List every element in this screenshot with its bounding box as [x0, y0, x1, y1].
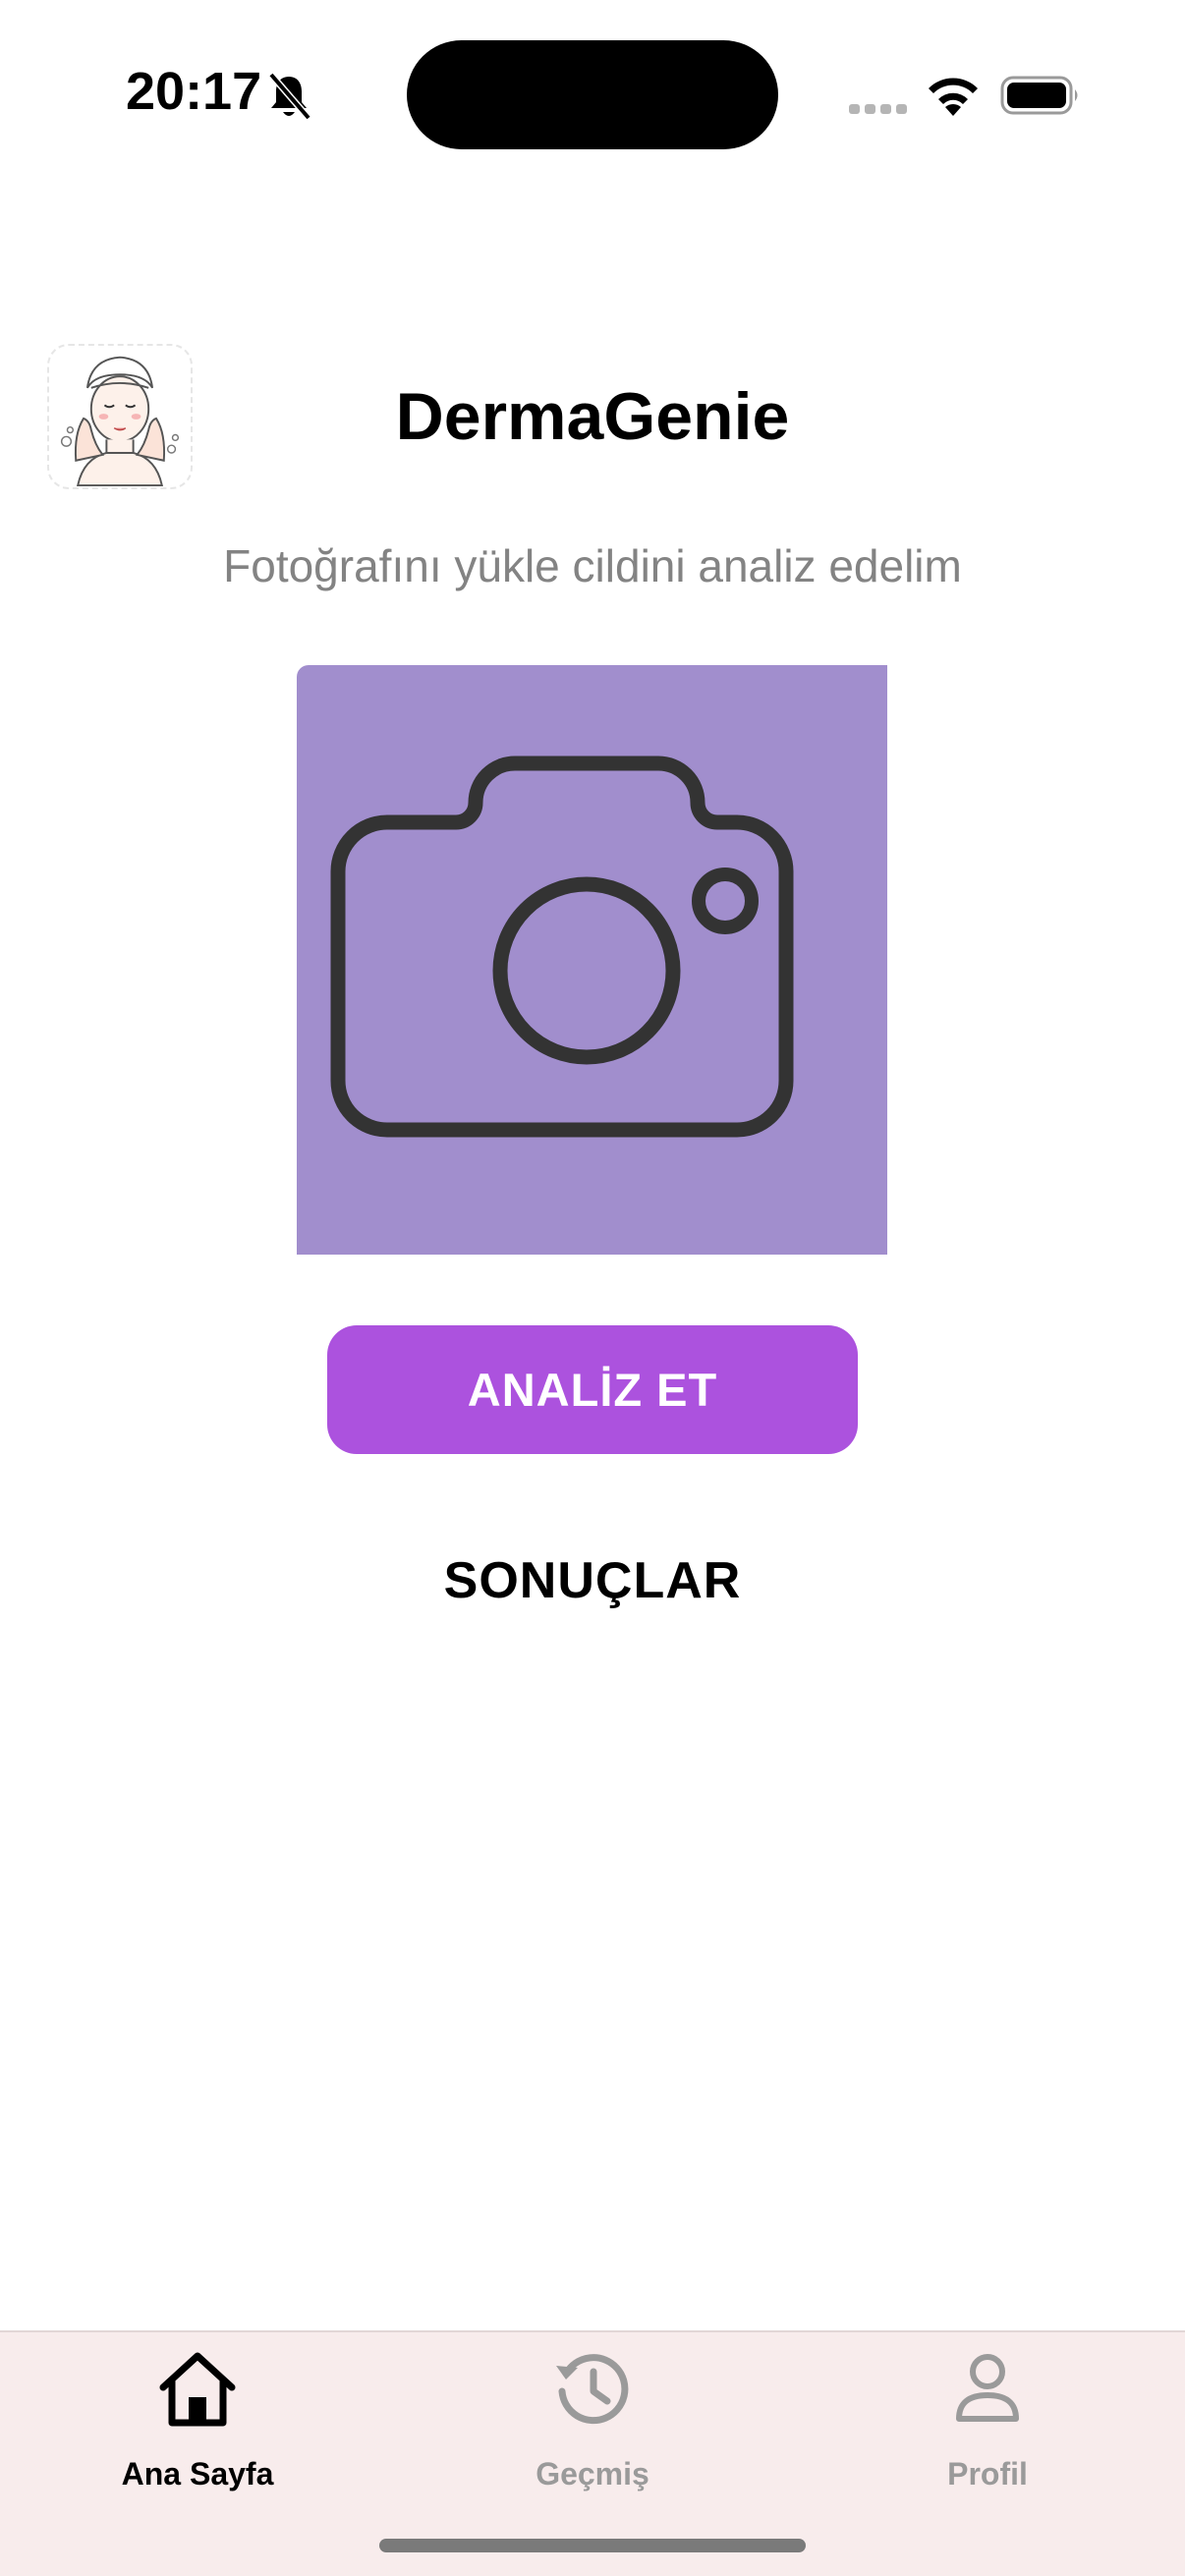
- home-icon: [159, 2352, 236, 2427]
- home-indicator[interactable]: [379, 2539, 806, 2552]
- tab-home[interactable]: Ana Sayfa: [0, 2332, 395, 2529]
- analyze-button[interactable]: ANALİZ ET: [327, 1325, 858, 1454]
- tab-profile-label: Profil: [947, 2456, 1028, 2492]
- dynamic-island: [407, 40, 778, 149]
- tab-home-label: Ana Sayfa: [121, 2456, 274, 2492]
- status-bar: 20:17: [0, 0, 1185, 187]
- subtitle-text: Fotoğrafını yükle cildini analiz edelim: [223, 540, 962, 591]
- bell-slash-icon: [268, 72, 311, 121]
- battery-icon: [1000, 76, 1078, 115]
- status-time: 20:17: [126, 62, 262, 121]
- camera-icon: [330, 756, 794, 1138]
- wifi-icon: [929, 78, 978, 116]
- results-heading: SONUÇLAR: [443, 1552, 742, 1609]
- tab-history-label: Geçmiş: [536, 2456, 649, 2492]
- signal-icon: [849, 104, 907, 114]
- tab-profile[interactable]: Profil: [790, 2332, 1185, 2529]
- tab-history[interactable]: Geçmiş: [395, 2332, 790, 2529]
- history-icon: [556, 2354, 629, 2425]
- photo-upload-area[interactable]: [297, 665, 887, 1255]
- profile-icon: [956, 2354, 1019, 2422]
- app-title: DermaGenie: [395, 379, 790, 454]
